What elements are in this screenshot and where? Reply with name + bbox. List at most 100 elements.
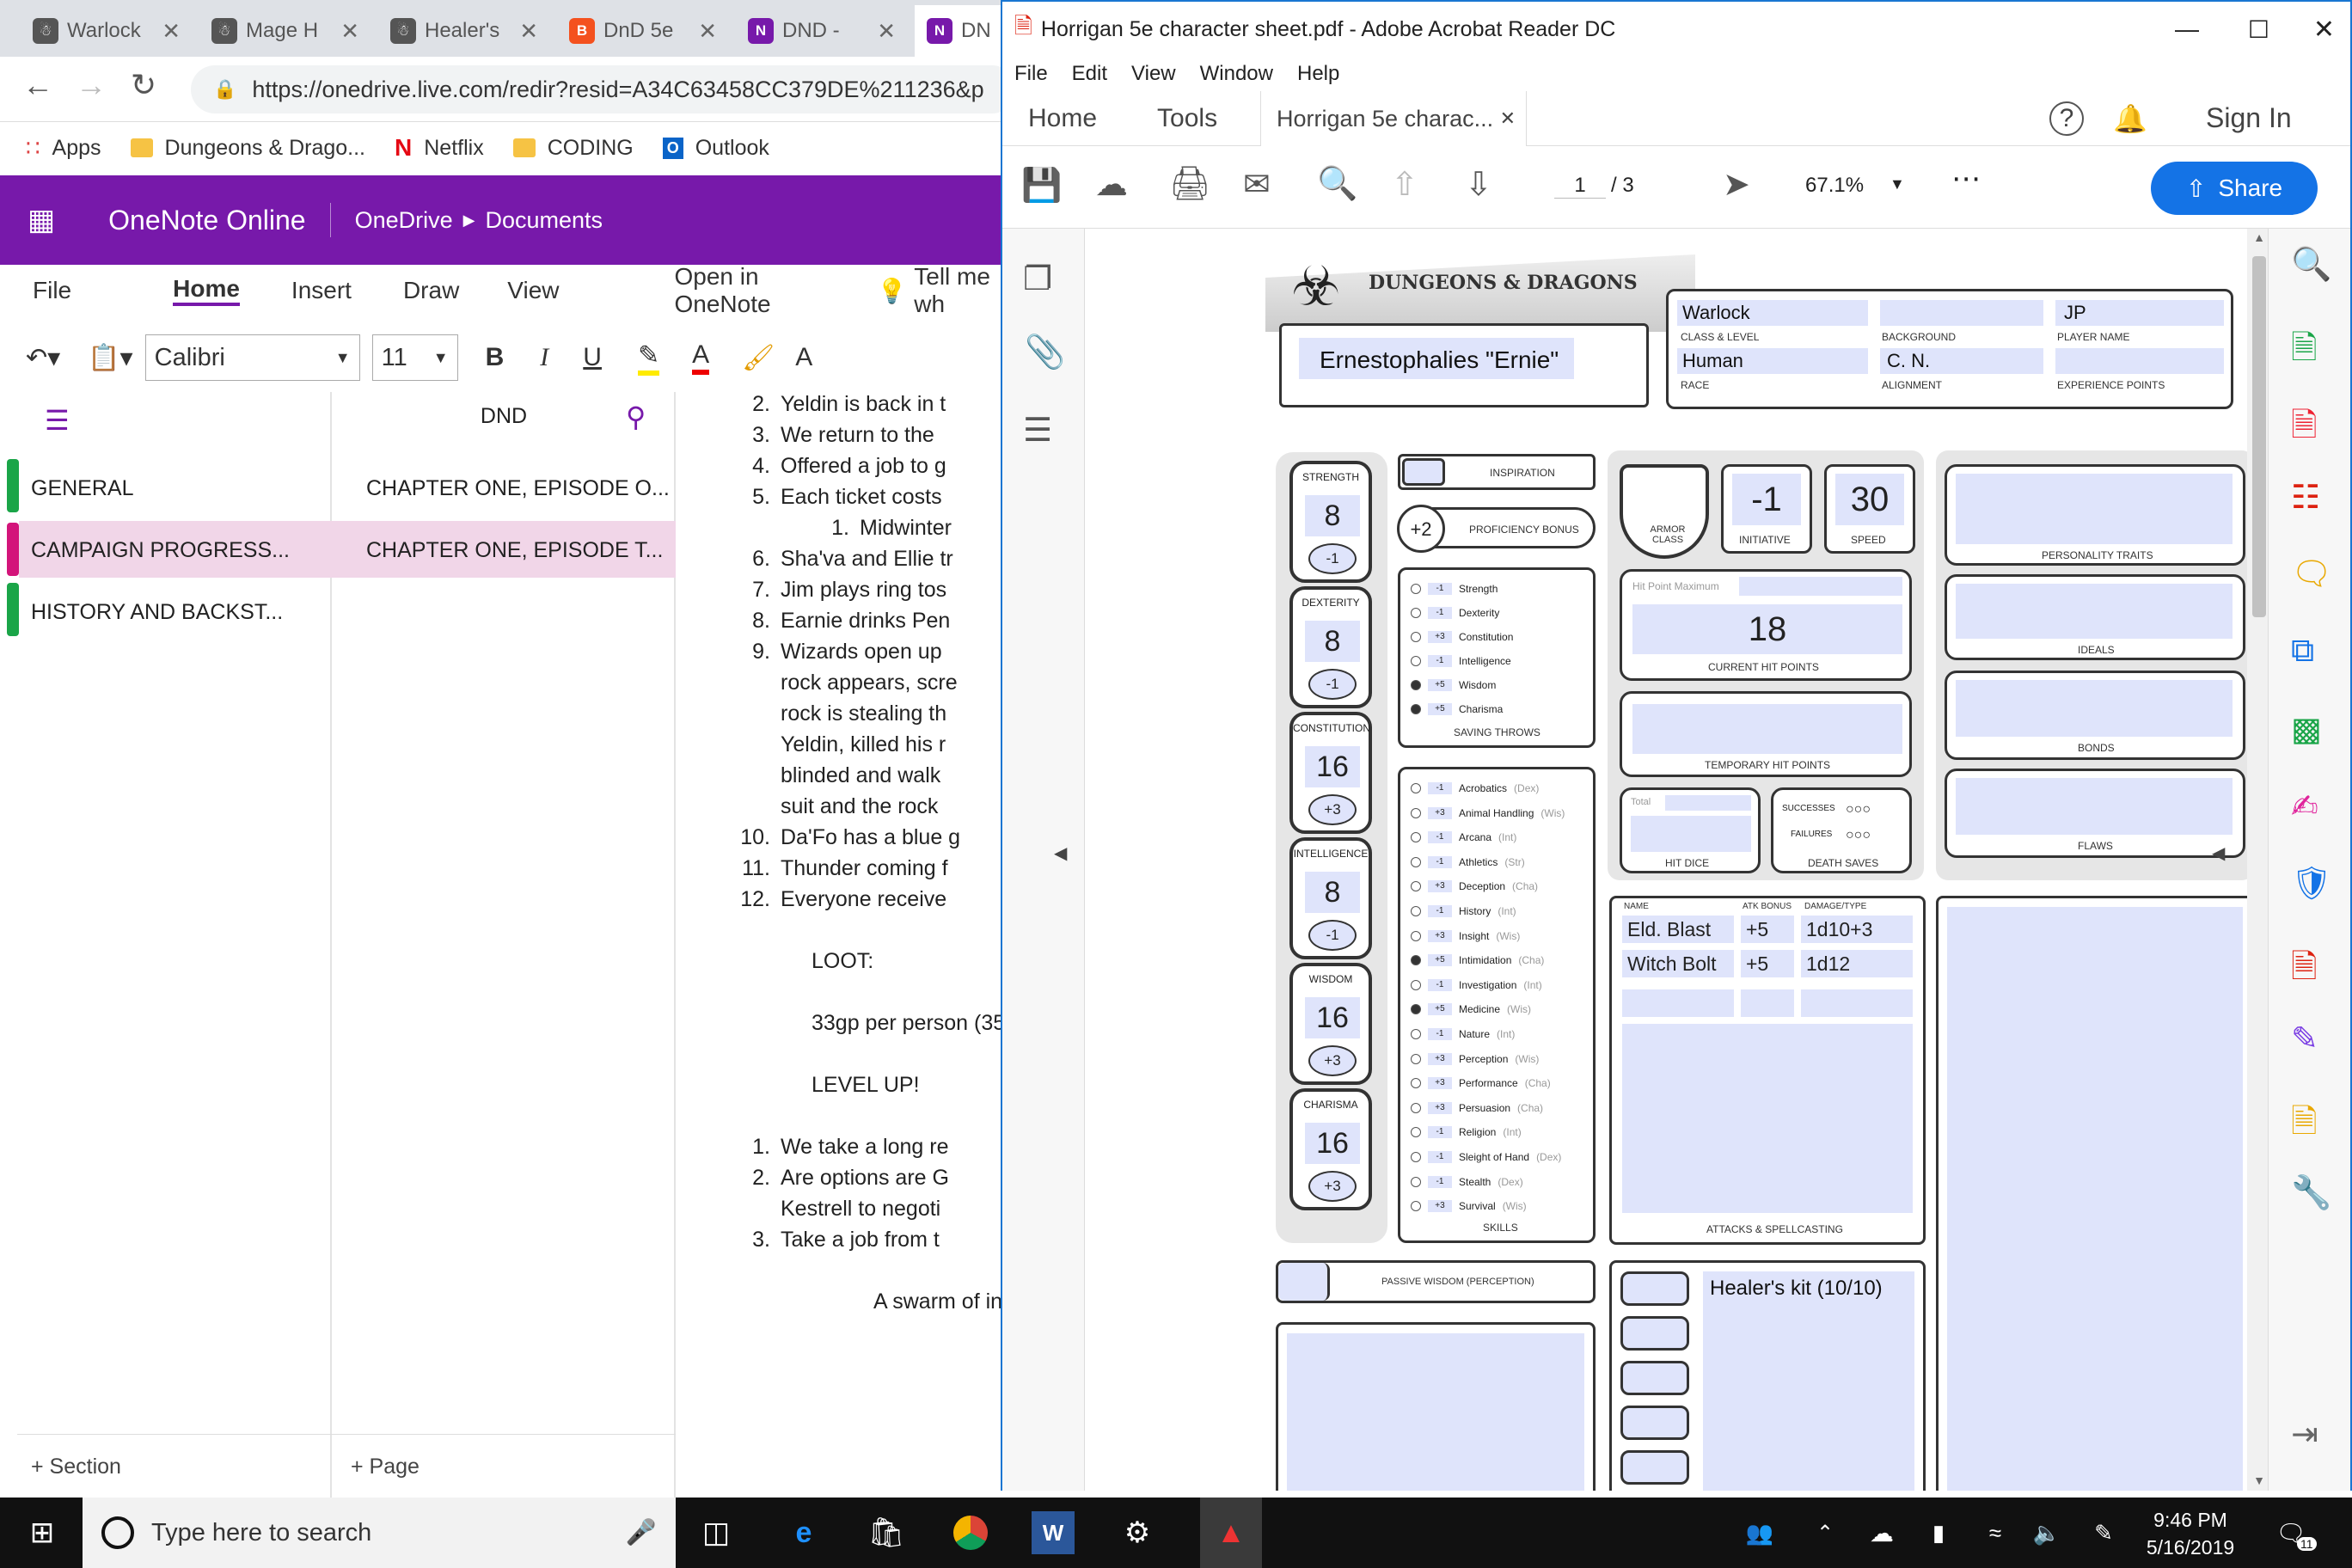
attack-name-field[interactable] bbox=[1622, 989, 1734, 1017]
create-pdf-icon[interactable]: 🗎 bbox=[2291, 401, 2318, 456]
tab-file[interactable]: File bbox=[0, 277, 71, 304]
proficiencies-field[interactable] bbox=[1287, 1333, 1584, 1491]
store-icon[interactable]: 🛍 bbox=[865, 1511, 908, 1554]
proficiency-checkbox[interactable] bbox=[1411, 930, 1421, 941]
undo-icon[interactable]: ↶▾ bbox=[26, 343, 60, 373]
tab-home[interactable]: Home bbox=[173, 275, 240, 306]
chrome-icon[interactable] bbox=[949, 1511, 992, 1554]
bookmark-netflix[interactable]: N Netflix bbox=[395, 134, 484, 162]
collapse-left-icon[interactable]: ◀ bbox=[1054, 842, 1067, 864]
menu-edit[interactable]: Edit bbox=[1072, 62, 1107, 86]
battery-icon[interactable]: ▮ bbox=[1917, 1511, 1960, 1554]
browser-tab[interactable]: ☃ Mage H ✕ bbox=[199, 5, 371, 57]
clock[interactable]: 9:46 PM 5/16/2019 bbox=[2139, 1506, 2242, 1561]
coin-slot[interactable] bbox=[1620, 1316, 1689, 1351]
task-view-icon[interactable]: ◫ bbox=[695, 1511, 738, 1554]
wifi-icon[interactable]: ≈ bbox=[1974, 1511, 2017, 1554]
proficiency-checkbox[interactable] bbox=[1411, 1029, 1421, 1039]
modifier-value[interactable]: -1 bbox=[1428, 855, 1452, 868]
bookmark-apps[interactable]: ∷ Apps bbox=[26, 135, 101, 162]
acrobat-taskbar-icon[interactable]: ▲ bbox=[1200, 1498, 1262, 1568]
modifier-value[interactable]: -1 bbox=[1428, 782, 1452, 794]
menu-file[interactable]: File bbox=[1014, 62, 1048, 86]
tell-me-field[interactable]: Tell me wh bbox=[907, 263, 1006, 318]
page-thumbnails-icon[interactable]: ❐ bbox=[1023, 260, 1052, 298]
equipment-field[interactable] bbox=[1703, 1271, 1914, 1491]
proficiency-checkbox[interactable] bbox=[1411, 832, 1421, 843]
bookmark-dnd[interactable]: Dungeons & Drago... bbox=[130, 136, 365, 161]
minimize-icon[interactable]: — bbox=[2175, 15, 2199, 43]
pdf-icon[interactable]: 🗎 bbox=[2291, 942, 2318, 998]
alignment-field[interactable]: C. N. bbox=[1887, 350, 1930, 372]
temp-hp-field[interactable] bbox=[1632, 704, 1902, 754]
tab-document[interactable]: Horrigan 5e charac... ✕ bbox=[1260, 91, 1527, 146]
modifier-value[interactable]: +5 bbox=[1428, 954, 1452, 967]
combine-files-icon[interactable]: ⧉ bbox=[2291, 633, 2314, 670]
page-item-selected[interactable]: CHAPTER ONE, EPISODE T... bbox=[366, 538, 663, 563]
browser-tab[interactable]: ☃ Warlock ✕ bbox=[21, 5, 193, 57]
section-general[interactable]: GENERAL bbox=[31, 476, 133, 501]
close-tab-icon[interactable]: ✕ bbox=[162, 18, 181, 45]
ideals-field[interactable] bbox=[1956, 584, 2233, 639]
search-zoom-icon[interactable]: 🔍 bbox=[2291, 246, 2331, 284]
note-canvas[interactable]: 2. Yeldin is back in t 3. We return to the 4… bbox=[676, 392, 1006, 1498]
back-arrow-icon[interactable]: ← bbox=[22, 67, 53, 103]
collapse-right-icon[interactable]: ◀ bbox=[2212, 842, 2225, 864]
flaws-field[interactable] bbox=[1956, 778, 2233, 835]
coin-slot[interactable] bbox=[1620, 1406, 1689, 1440]
proficiency-checkbox[interactable] bbox=[1411, 1176, 1421, 1187]
success-checkboxes[interactable]: ○○○ bbox=[1846, 802, 1871, 818]
modifier-value[interactable]: +3 bbox=[1428, 1077, 1452, 1090]
race-field[interactable]: Human bbox=[1682, 350, 1743, 372]
fill-sign-icon[interactable]: ✍ bbox=[2291, 787, 2318, 826]
ability-modifier[interactable]: +3 bbox=[1308, 1045, 1357, 1076]
chevron-down-icon[interactable]: ▼ bbox=[1890, 175, 1905, 193]
class-level-field[interactable]: Warlock bbox=[1682, 302, 1750, 324]
ability-score[interactable]: 16 bbox=[1305, 997, 1360, 1038]
attack-name-field[interactable]: Eld. Blast bbox=[1622, 916, 1734, 943]
save-icon[interactable]: 💾 bbox=[1021, 167, 1062, 205]
page-number-input[interactable]: 1 bbox=[1554, 174, 1606, 199]
modifier-value[interactable]: -1 bbox=[1428, 583, 1452, 595]
close-tab-icon[interactable]: ✕ bbox=[877, 18, 896, 45]
zoom-out-icon[interactable]: 🔍 bbox=[1317, 165, 1357, 203]
styles-icon[interactable]: A bbox=[795, 343, 812, 372]
add-page-button[interactable]: + Page bbox=[351, 1455, 420, 1479]
personality-field[interactable] bbox=[1956, 474, 2233, 544]
close-tab-icon[interactable]: ✕ bbox=[340, 18, 359, 45]
proficiency-checkbox[interactable] bbox=[1411, 1004, 1421, 1015]
proficiency-checkbox[interactable] bbox=[1411, 1053, 1421, 1064]
ability-score[interactable]: 8 bbox=[1305, 495, 1360, 536]
help-icon[interactable]: ? bbox=[2049, 101, 2084, 136]
close-tab-icon[interactable]: ✕ bbox=[1500, 107, 1516, 130]
modifier-value[interactable]: +3 bbox=[1428, 631, 1452, 643]
modifier-value[interactable]: -1 bbox=[1428, 978, 1452, 991]
modifier-value[interactable]: +3 bbox=[1428, 1052, 1452, 1065]
modifier-value[interactable]: -1 bbox=[1428, 655, 1452, 667]
pdf-viewport[interactable]: ☣ DUNGEONS & DRAGONS Ernestophalies "Ern… bbox=[1085, 229, 2271, 1491]
tab-insert[interactable]: Insert bbox=[240, 277, 352, 304]
proficiency-checkbox[interactable] bbox=[1411, 906, 1421, 916]
player-name-field[interactable]: JP bbox=[2064, 302, 2086, 324]
search-icon[interactable]: ⚲ bbox=[626, 401, 646, 433]
proficiency-checkbox[interactable] bbox=[1411, 1127, 1421, 1138]
print-icon[interactable]: 🖨 bbox=[1169, 165, 1210, 203]
bell-icon[interactable]: 🔔 bbox=[2113, 102, 2147, 135]
format-painter-icon[interactable]: 🖌 bbox=[742, 343, 775, 373]
menu-help[interactable]: Help bbox=[1297, 62, 1339, 86]
proficiency-checkbox[interactable] bbox=[1411, 881, 1421, 892]
attack-damage-field[interactable] bbox=[1801, 989, 1913, 1017]
page-down-icon[interactable]: ⇩ bbox=[1465, 165, 1492, 204]
xp-field[interactable] bbox=[2055, 348, 2224, 374]
attack-name-field[interactable]: Witch Bolt bbox=[1622, 950, 1734, 977]
breadcrumb-onedrive[interactable]: OneDrive bbox=[355, 207, 453, 234]
pen-icon[interactable]: ✎ bbox=[2082, 1511, 2125, 1554]
sign-in-button[interactable]: Sign In bbox=[2206, 102, 2292, 134]
tab-open-in-onenote[interactable]: Open in OneNote bbox=[559, 263, 825, 318]
italic-icon[interactable]: I bbox=[540, 343, 548, 372]
bookmark-coding[interactable]: CODING bbox=[512, 136, 634, 161]
hp-max-field[interactable] bbox=[1739, 577, 1902, 596]
current-hp-value[interactable]: 18 bbox=[1632, 604, 1902, 654]
send-for-comments-icon[interactable]: 🗎 bbox=[2291, 1097, 2318, 1153]
ability-modifier[interactable]: -1 bbox=[1308, 543, 1357, 574]
